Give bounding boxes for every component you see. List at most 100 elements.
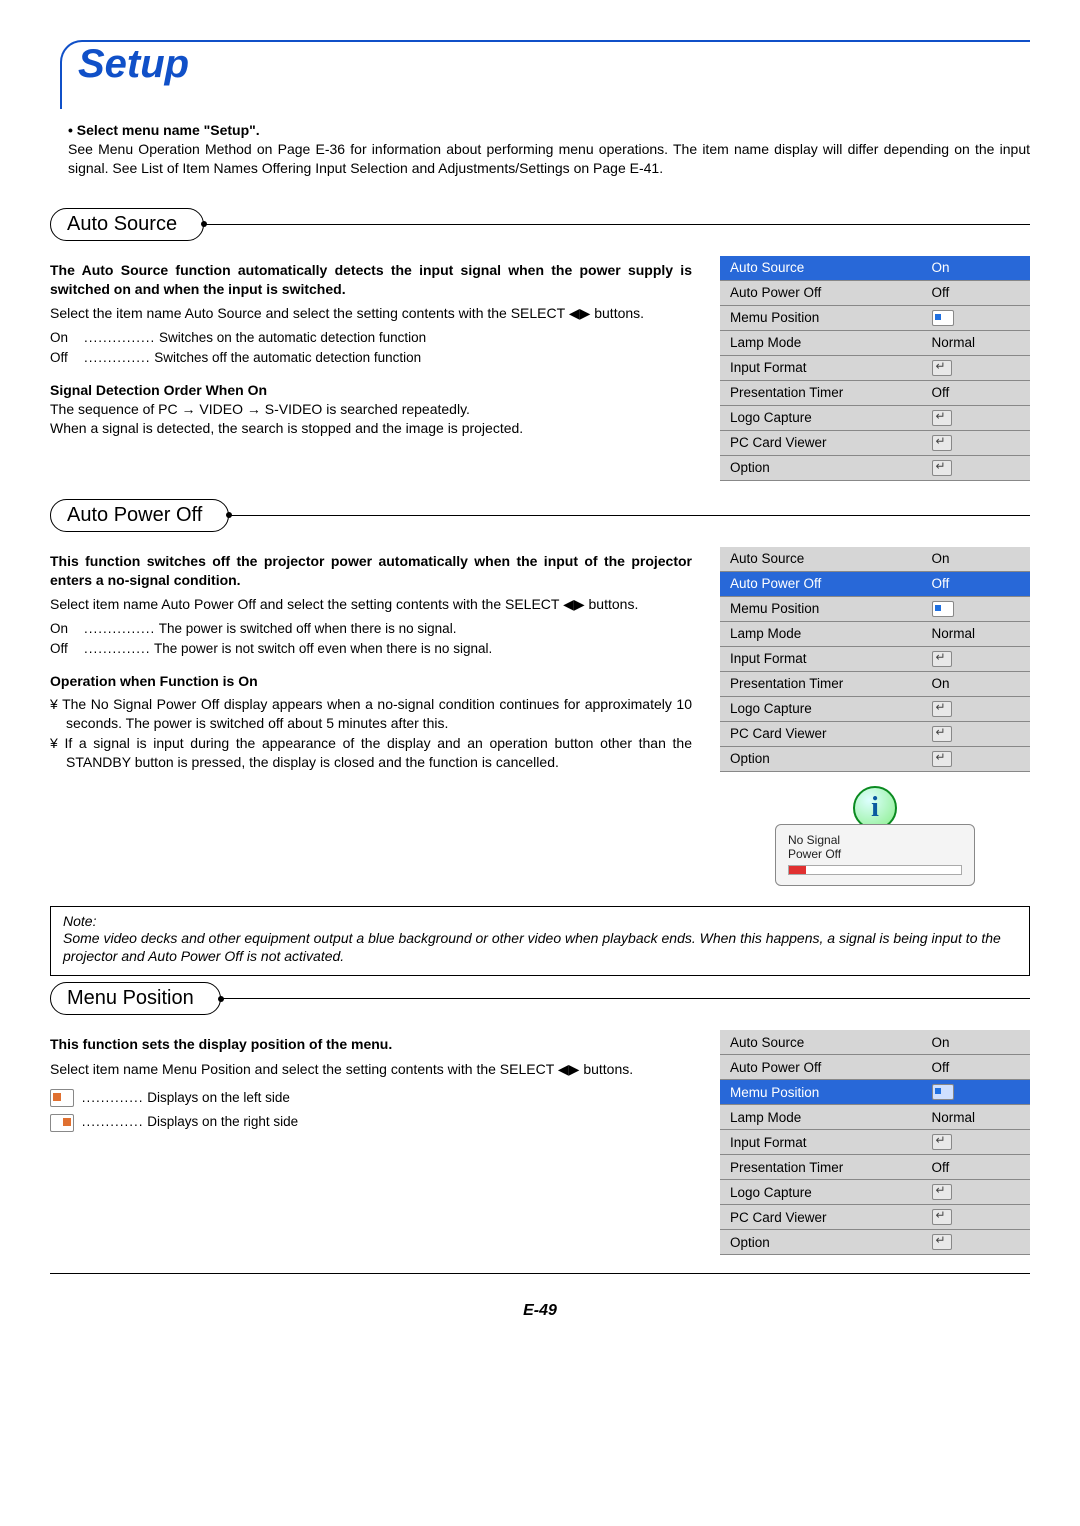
osd-label: Input Format: [720, 355, 922, 380]
apo-desc: This function switches off the projector…: [50, 552, 692, 590]
osd-label: Auto Source: [720, 546, 922, 571]
info-bubble: i No Signal Power Off: [775, 786, 975, 886]
osd-table-auto-power-off: Auto Source On Auto Power Off Off Memu Posit…: [720, 546, 1030, 772]
osd-table-menu-position: Auto Source On Auto Power Off Off Memu Posit…: [720, 1029, 1030, 1255]
operation-heading: Operation when Function is On: [50, 672, 692, 691]
osd-row: Presentation TimerOff: [720, 380, 1030, 405]
enter-icon: [932, 435, 952, 451]
osd-row: Logo Capture: [720, 696, 1030, 721]
osd-value: On: [932, 1035, 950, 1050]
osd-label: Lamp Mode: [720, 1105, 922, 1130]
mp-desc: This function sets the display position …: [50, 1035, 692, 1054]
osd-value: Normal: [932, 1110, 976, 1125]
osd-label: Auto Source: [720, 1030, 922, 1055]
section-heading-auto-source: Auto Source: [50, 208, 1030, 241]
osd-row: Input Format: [720, 646, 1030, 671]
osd-row: Lamp Mode Normal: [720, 1105, 1030, 1130]
page-footer: E-49: [50, 1302, 1030, 1320]
operation-item-1: The No Signal Power Off display appears …: [50, 695, 692, 733]
enter-icon: [932, 726, 952, 742]
osd-value: Normal: [932, 626, 976, 641]
section-heading-auto-power-off: Auto Power Off: [50, 499, 1030, 532]
osd-row: PC Card Viewer: [720, 721, 1030, 746]
intro-lead: • Select menu name "Setup".: [68, 121, 1030, 140]
enter-icon: [932, 360, 952, 376]
osd-label: Memu Position: [720, 305, 922, 330]
info-line-1: No Signal: [788, 833, 962, 847]
osd-label: Option: [720, 455, 922, 480]
on-row: On............... The power is switched …: [50, 620, 692, 638]
position-icon: [932, 310, 954, 326]
osd-row: PC Card Viewer: [720, 430, 1030, 455]
page-header: Setup: [50, 40, 1030, 109]
osd-label: Auto Power Off: [720, 1055, 922, 1080]
divider: [50, 1273, 1030, 1274]
section-heading-menu-position: Menu Position: [50, 982, 1030, 1015]
osd-row: Auto Source On: [720, 1030, 1030, 1055]
auto-source-desc: The Auto Source function automatically d…: [50, 261, 692, 299]
intro-body: See Menu Operation Method on Page E-36 f…: [68, 140, 1030, 178]
enter-icon: [932, 1134, 952, 1150]
osd-row: Auto Source On: [720, 546, 1030, 571]
enter-icon: [932, 751, 952, 767]
osd-row: Auto Power Off Off: [720, 1055, 1030, 1080]
osd-value: On: [932, 260, 950, 275]
osd-value: Off: [932, 576, 950, 591]
enter-icon: [932, 651, 952, 667]
note-box: Note: Some video decks and other equipme…: [50, 906, 1030, 977]
osd-row: Lamp ModeNormal: [720, 330, 1030, 355]
enter-icon: [932, 1234, 952, 1250]
countdown-bar: [788, 865, 962, 875]
osd-label: Logo Capture: [720, 696, 922, 721]
osd-table-auto-source: Auto Source On Auto Power Off Off Memu Posit…: [720, 255, 1030, 481]
osd-label: Logo Capture: [720, 405, 922, 430]
heading-oval: Menu Position: [50, 982, 221, 1015]
heading-text: Auto Power Off: [67, 504, 202, 526]
osd-value: Off: [932, 385, 950, 400]
heading-text: Menu Position: [67, 987, 194, 1009]
osd-label: Memu Position: [720, 596, 922, 621]
osd-label: Auto Power Off: [720, 571, 922, 596]
operation-item-2: If a signal is input during the appearan…: [50, 734, 692, 772]
osd-row: Memu Position: [720, 305, 1030, 330]
mp-instruction: Select item name Menu Position and selec…: [50, 1060, 692, 1079]
operation-list: The No Signal Power Off display appears …: [50, 695, 692, 773]
osd-row: Logo Capture: [720, 405, 1030, 430]
off-row: Off.............. Switches off the autom…: [50, 349, 692, 367]
osd-row: Input Format: [720, 1130, 1030, 1155]
page-title: Setup: [78, 42, 189, 87]
position-right-icon: [50, 1114, 74, 1132]
osd-value: On: [932, 676, 950, 691]
osd-row: Presentation Timer Off: [720, 1155, 1030, 1180]
osd-label: Option: [720, 1230, 922, 1255]
osd-row: Memu Position: [720, 1080, 1030, 1105]
osd-row: Option: [720, 455, 1030, 480]
osd-value: Off: [932, 1160, 950, 1175]
osd-label: Memu Position: [720, 1080, 922, 1105]
signal-order-p1: The sequence of PC → VIDEO → S-VIDEO is …: [50, 400, 692, 419]
osd-label: Logo Capture: [720, 1180, 922, 1205]
enter-icon: [932, 460, 952, 476]
osd-label: Presentation Timer: [720, 1155, 922, 1180]
osd-label: Lamp Mode: [720, 621, 922, 646]
osd-label: Auto Source: [720, 255, 922, 280]
osd-label: Lamp Mode: [720, 330, 922, 355]
osd-row: Auto Power Off Off: [720, 571, 1030, 596]
osd-value: Off: [932, 285, 950, 300]
left-row: ............. Displays on the left side: [50, 1089, 692, 1107]
osd-label: Input Format: [720, 646, 922, 671]
osd-row: Memu Position: [720, 596, 1030, 621]
osd-row: Option: [720, 1230, 1030, 1255]
enter-icon: [932, 1184, 952, 1200]
osd-row: Lamp Mode Normal: [720, 621, 1030, 646]
heading-oval: Auto Source: [50, 208, 204, 241]
osd-row: Presentation TimerOn: [720, 671, 1030, 696]
enter-icon: [932, 701, 952, 717]
heading-text: Auto Source: [67, 213, 177, 235]
apo-instruction: Select item name Auto Power Off and sele…: [50, 595, 692, 614]
note-heading: Note:: [63, 913, 1017, 931]
osd-row: Option: [720, 746, 1030, 771]
osd-label: Auto Power Off: [720, 280, 922, 305]
osd-value: On: [932, 551, 950, 566]
osd-value: Off: [932, 1060, 950, 1075]
